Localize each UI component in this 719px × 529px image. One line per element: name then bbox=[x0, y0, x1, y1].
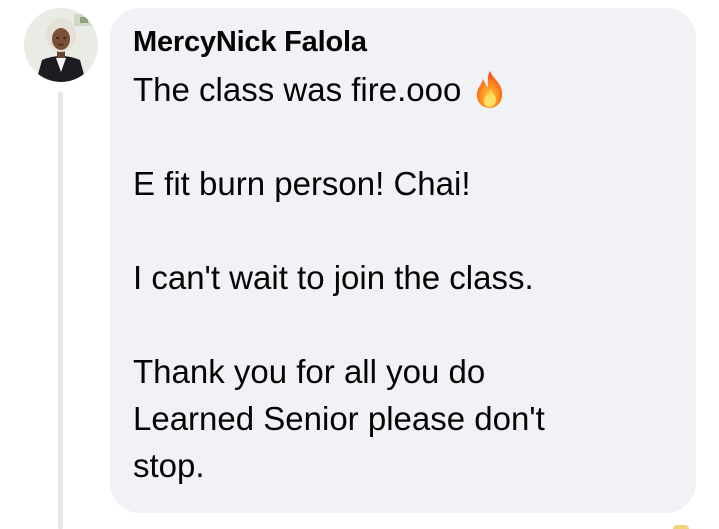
reply-thread-line bbox=[58, 92, 63, 529]
avatar[interactable] bbox=[24, 8, 98, 82]
comment: MercyNick Falola The class was fire.ooo … bbox=[0, 0, 719, 529]
comment-bubble: MercyNick Falola The class was fire.ooo … bbox=[110, 8, 696, 513]
comment-paragraph: Learned Senior please don't bbox=[133, 400, 545, 437]
comment-paragraph: The class was fire.ooo bbox=[133, 66, 674, 113]
comment-paragraph: E fit burn person! Chai! bbox=[133, 165, 471, 202]
reaction-badge-edge bbox=[673, 525, 689, 529]
comment-paragraph: stop. bbox=[133, 447, 205, 484]
comment-line: The class was fire.ooo bbox=[133, 71, 462, 108]
comment-author-name[interactable]: MercyNick Falola bbox=[133, 24, 674, 60]
profile-picture-icon bbox=[24, 8, 98, 82]
comment-body: The class was fire.ooo E fit burn person… bbox=[133, 66, 674, 489]
fire-icon bbox=[471, 69, 509, 109]
comment-paragraph: I can't wait to join the class. bbox=[133, 259, 534, 296]
comment-paragraph: Thank you for all you do bbox=[133, 353, 486, 390]
